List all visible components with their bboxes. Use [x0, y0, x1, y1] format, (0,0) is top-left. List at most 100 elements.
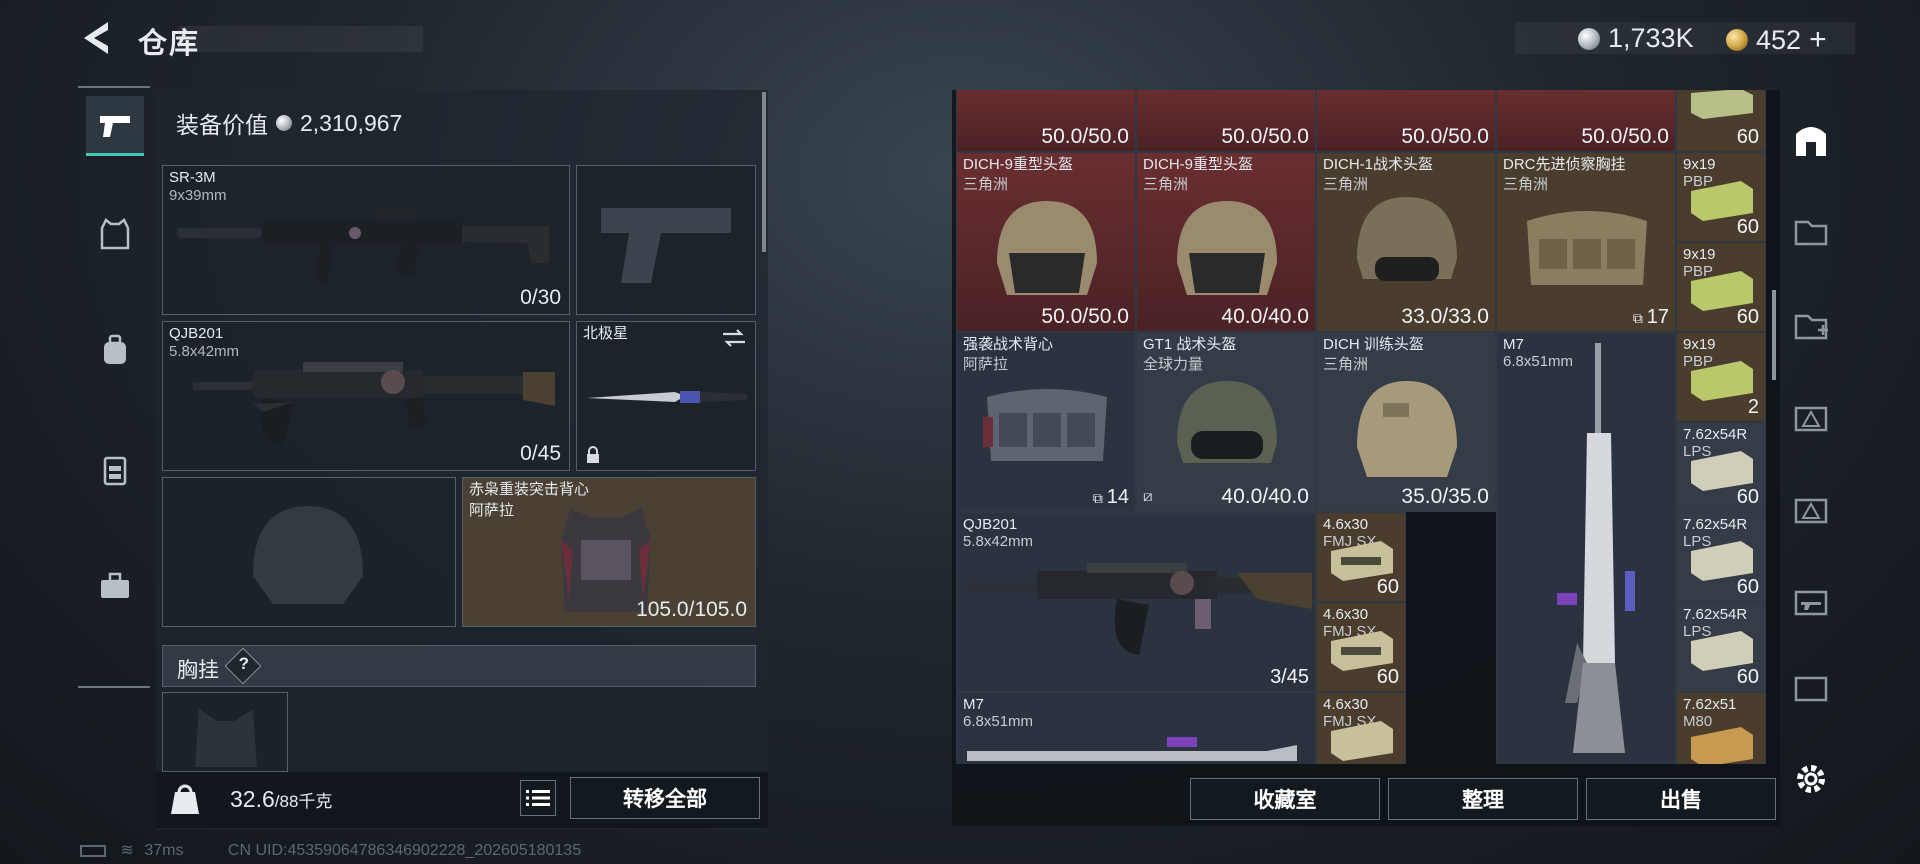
- sell-button[interactable]: 出售: [1586, 778, 1776, 820]
- gold-amount: 452: [1756, 24, 1802, 55]
- stash-ammo[interactable]: 7.62x54R LPS 60: [1676, 512, 1766, 602]
- equipment-value-amount: 2,310,967: [300, 109, 403, 136]
- heavy-helmet-icon: [1177, 201, 1277, 295]
- primary-weapon-slot[interactable]: SR-3M 9x39mm 0/30: [162, 165, 570, 315]
- stash-item[interactable]: 50.0/50.0: [1316, 90, 1496, 152]
- stash-ammo[interactable]: 7.62x54R LPS 60: [1676, 422, 1766, 512]
- stash-scrollbar[interactable]: [1772, 290, 1776, 380]
- sr3m-rifle-icon: [177, 208, 549, 284]
- stash-item[interactable]: 50.0/50.0: [956, 90, 1136, 152]
- armor-slot[interactable]: 赤枭重装突击背心 阿萨拉 105.0/105.0: [462, 477, 756, 627]
- stash-ammo[interactable]: 4.6x30 FMJ SX 60: [1316, 512, 1406, 602]
- stash-item-m7-vertical[interactable]: M7 6.8x51mm: [1496, 332, 1676, 764]
- stash-item[interactable]: DICH 训练头盔 三角洲 35.0/35.0: [1316, 332, 1496, 512]
- weapon-caliber: 9x39mm: [169, 187, 227, 204]
- stash-item[interactable]: GT1 战术头盔 全球力量 ⧄ 40.0/40.0: [1136, 332, 1316, 512]
- tactical-vest-icon: [983, 389, 1107, 461]
- stash-ammo[interactable]: 4.6x30 FMJ SX: [1316, 692, 1406, 764]
- tab-stash-iv-add[interactable]: [1790, 304, 1832, 346]
- gold-currency[interactable]: 452 +: [1726, 23, 1827, 57]
- transfer-all-button[interactable]: 转移全部: [570, 777, 760, 819]
- item-capacity: ⧉ 14: [1093, 486, 1129, 509]
- stash-item[interactable]: DICH-9重型头盔 三角洲 50.0/50.0: [956, 152, 1136, 332]
- ammo-box-icon: [1691, 631, 1753, 671]
- carry-weight: 32.6/88千克: [230, 786, 332, 813]
- tab-stash-iii-1[interactable]: [1790, 580, 1832, 622]
- helmet-slot-empty[interactable]: [162, 477, 456, 627]
- tab-stash-iii-2[interactable]: [1790, 666, 1832, 708]
- pistol-slot-empty[interactable]: [576, 165, 756, 315]
- stash-item[interactable]: DICH-1战术头盔 三角洲 33.0/33.0: [1316, 152, 1496, 332]
- item-durability: 40.0/40.0: [1221, 305, 1309, 328]
- secondary-weapon-slot[interactable]: QJB201 5.8x42mm 0/45: [162, 321, 570, 471]
- ammo-name: 4.6x30: [1323, 696, 1369, 713]
- swap-arrows-icon[interactable]: [721, 328, 747, 348]
- tab-all-stash[interactable]: [1790, 118, 1832, 160]
- stash-item[interactable]: 50.0/50.0: [1136, 90, 1316, 152]
- uid: CN UID:45359064786346902228_202605180135: [227, 842, 582, 859]
- melee-name: 北极星: [583, 325, 629, 342]
- stash-item[interactable]: 50.0/50.0: [1496, 90, 1676, 152]
- ammo-name: 9x19: [1683, 246, 1716, 263]
- stash-grid: 50.0/50.0 50.0/50.0 50.0/50.0 50.0/50.0 …: [956, 90, 1766, 764]
- tab-toolbox[interactable]: [86, 556, 144, 616]
- stash-ammo[interactable]: 9x19 PBP 60: [1676, 242, 1766, 332]
- list-view-button[interactable]: [520, 780, 556, 816]
- tab-stash-iv-3[interactable]: [1790, 488, 1832, 530]
- title-plate: [178, 26, 423, 52]
- collection-room-button[interactable]: 收藏室: [1190, 778, 1380, 820]
- item-maker: 三角洲: [963, 176, 1009, 193]
- add-gold-button[interactable]: +: [1809, 23, 1827, 57]
- ammo-name: 9x19: [1683, 336, 1716, 353]
- item-name: QJB201: [963, 516, 1018, 533]
- triangle-folder-icon: [1794, 498, 1828, 524]
- stash-ammo[interactable]: 7.62x51 M80: [1676, 692, 1766, 764]
- stash-ammo[interactable]: 9x19 PBP 60: [1676, 152, 1766, 242]
- ammo-name: 7.62x54R: [1683, 606, 1748, 623]
- tab-rig[interactable]: [86, 440, 144, 500]
- back-arrow-icon[interactable]: [78, 18, 116, 58]
- stash-item-qjb201[interactable]: QJB201 5.8x42mm 3/45: [956, 512, 1316, 692]
- item-name: DICH 训练头盔: [1323, 336, 1424, 353]
- tab-stash-iv-2[interactable]: [1790, 396, 1832, 438]
- stash-item[interactable]: 强袭战术背心 阿萨拉 ⧉ 14: [956, 332, 1136, 512]
- ammo-box-icon: [1331, 541, 1393, 581]
- stash-item[interactable]: DICH-9重型头盔 三角洲 40.0/40.0: [1136, 152, 1316, 332]
- tab-stash-iv-1[interactable]: [1790, 210, 1832, 252]
- silver-coin-icon: [276, 115, 292, 131]
- battery-icon: [80, 844, 106, 857]
- loadout-scrollbar[interactable]: [762, 92, 766, 252]
- chest-rig-header: 胸挂 ?: [162, 645, 756, 687]
- gt1-helmet-icon: [1177, 381, 1277, 463]
- weapon-name: SR-3M: [169, 169, 216, 186]
- organize-button[interactable]: 整理: [1388, 778, 1578, 820]
- weapon-folder-icon: [1794, 676, 1828, 702]
- melee-slot[interactable]: 北极星: [576, 321, 756, 471]
- tab-backpack[interactable]: [86, 320, 144, 380]
- tab-weapons[interactable]: [86, 96, 144, 156]
- help-icon[interactable]: ?: [224, 647, 262, 685]
- ammo-name: 4.6x30: [1323, 516, 1369, 533]
- settings-button[interactable]: [1790, 758, 1832, 800]
- stash-item[interactable]: DRC先进侦察胸挂 三角洲 ⧉ 17: [1496, 152, 1676, 332]
- chest-rig-slot-empty[interactable]: [162, 692, 288, 772]
- stash-ammo[interactable]: 60: [1676, 90, 1766, 152]
- item-durability: 40.0/40.0: [1221, 485, 1309, 508]
- stash-ammo[interactable]: 4.6x30 FMJ SX 60: [1316, 602, 1406, 692]
- ammo-name: 7.62x54R: [1683, 426, 1748, 443]
- ammo-count: 60: [1736, 666, 1759, 688]
- ammo-count: 60: [1376, 666, 1399, 688]
- stash-folder-icon: [1794, 220, 1828, 246]
- stash-home-icon: [1796, 127, 1826, 156]
- stash-ammo[interactable]: 7.62x54R LPS 60: [1676, 602, 1766, 692]
- stash-item-m7-horizontal[interactable]: M7 6.8x51mm: [956, 692, 1316, 764]
- chest-rig-icon: [103, 456, 127, 486]
- vest-icon: [100, 218, 130, 250]
- tab-armor[interactable]: [86, 204, 144, 264]
- m7-rifle-icon: [967, 737, 1297, 761]
- item-name: DICH-9重型头盔: [963, 156, 1074, 173]
- grid-capacity-icon: ⧉: [1092, 490, 1107, 506]
- add-stash-icon: [1794, 314, 1828, 340]
- stash-ammo[interactable]: 9x19 PBP 2: [1676, 332, 1766, 422]
- qjb201-rifle-icon: [193, 362, 555, 446]
